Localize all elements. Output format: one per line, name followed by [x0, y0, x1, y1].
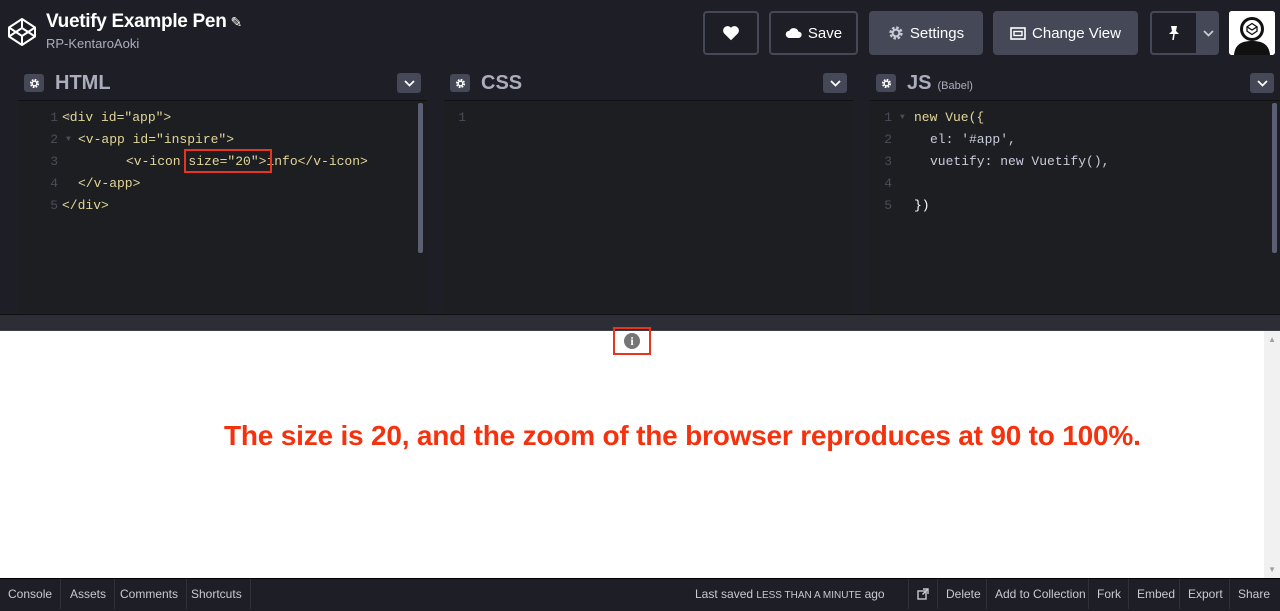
- editor-resize-left[interactable]: [0, 66, 16, 314]
- save-label: Save: [807, 24, 843, 42]
- css-editor: CSS 1: [444, 66, 853, 314]
- js-code-area[interactable]: 1 ▼ new Vue({ 2 el: '#app', 3 vuetify: new V…: [870, 100, 1280, 314]
- heart-icon: [723, 26, 739, 41]
- console-button[interactable]: Console: [0, 579, 62, 609]
- editor-resize-1[interactable]: [428, 66, 444, 314]
- css-settings-button[interactable]: [450, 74, 470, 92]
- js-collapse-button[interactable]: [1250, 73, 1274, 93]
- editor-resize-2[interactable]: [854, 66, 870, 314]
- change-view-button[interactable]: Change View: [993, 11, 1138, 55]
- chevron-down-icon: [1256, 79, 1268, 87]
- open-new-window-button[interactable]: [908, 579, 937, 609]
- last-saved-status: Last saved less than a minute ago: [695, 587, 885, 601]
- js-editor-header: JS (Babel): [870, 66, 1280, 100]
- html-editor-label: HTML: [55, 72, 111, 94]
- preview-scrollbar[interactable]: ▲ ▼: [1264, 331, 1280, 578]
- js-settings-button[interactable]: [876, 74, 896, 92]
- css-editor-header: CSS: [444, 66, 853, 100]
- layout-icon: [1010, 26, 1026, 40]
- chevron-down-icon: [829, 79, 841, 87]
- preview-pane[interactable]: ▲ ▼: [0, 331, 1280, 578]
- css-editor-label: CSS: [481, 72, 523, 94]
- html-editor: HTML 1 ▼ <div id="app"> 2 ▼ <v-app id="inspi…: [18, 66, 427, 314]
- edit-title-icon[interactable]: ✎: [231, 14, 243, 30]
- share-button[interactable]: Share: [1229, 579, 1280, 609]
- cloud-icon: [785, 28, 802, 38]
- gear-icon: [455, 78, 465, 88]
- size-attribute-highlight: [184, 149, 272, 173]
- js-editor-label: JS (Babel): [907, 72, 973, 94]
- js-editor: JS (Babel) 1 ▼ new Vue({ 2 el: '#app', 3 vuet…: [870, 66, 1280, 314]
- footer: Console Assets Comments Shortcuts Last s…: [0, 578, 1280, 609]
- editors-area: HTML 1 ▼ <div id="app"> 2 ▼ <v-app id="inspi…: [0, 66, 1280, 314]
- pin-icon: [1169, 26, 1179, 41]
- chevron-down-icon: [1203, 29, 1214, 37]
- embed-button[interactable]: Embed: [1128, 579, 1183, 609]
- html-code-area[interactable]: 1 ▼ <div id="app"> 2 ▼ <v-app id="inspire"> …: [18, 100, 427, 314]
- chevron-down-icon: [403, 79, 415, 87]
- gear-icon: [889, 26, 903, 40]
- html-scrollbar[interactable]: [418, 103, 423, 253]
- annotation-note: The size is 20, and the zoom of the brow…: [224, 420, 1141, 451]
- fork-button[interactable]: Fork: [1088, 579, 1129, 609]
- pen-title-block: Vuetify Example Pen ✎ RP-KentaroAoki: [46, 11, 242, 51]
- html-settings-button[interactable]: [24, 74, 44, 92]
- fold-icon[interactable]: ▼: [900, 107, 905, 129]
- pen-title[interactable]: Vuetify Example Pen: [46, 11, 227, 32]
- info-icon-highlight: i: [613, 327, 651, 355]
- pin-button[interactable]: [1150, 11, 1198, 55]
- fold-icon[interactable]: ▼: [66, 129, 71, 151]
- html-editor-header: HTML: [18, 66, 427, 100]
- settings-label: Settings: [909, 24, 965, 42]
- header: Vuetify Example Pen ✎ RP-KentaroAoki Save…: [0, 0, 1280, 66]
- comments-button[interactable]: Comments: [112, 579, 188, 609]
- scroll-up-icon[interactable]: ▲: [1268, 335, 1276, 344]
- pin-menu[interactable]: [1150, 11, 1219, 55]
- codepen-logo-icon[interactable]: [6, 16, 38, 48]
- avatar-icon: [1229, 11, 1275, 55]
- user-avatar[interactable]: [1229, 11, 1275, 55]
- scroll-down-icon[interactable]: ▼: [1268, 565, 1276, 574]
- pin-dropdown[interactable]: [1198, 11, 1219, 55]
- external-link-icon: [917, 588, 929, 600]
- change-view-label: Change View: [1032, 24, 1121, 42]
- js-scrollbar[interactable]: [1272, 103, 1277, 253]
- gear-icon: [29, 78, 39, 88]
- gear-icon: [881, 78, 891, 88]
- love-button[interactable]: [703, 11, 759, 55]
- info-icon: i: [624, 333, 640, 349]
- html-collapse-button[interactable]: [397, 73, 421, 93]
- settings-button[interactable]: Settings: [869, 11, 983, 55]
- shortcuts-button[interactable]: Shortcuts: [183, 579, 251, 609]
- export-button[interactable]: Export: [1179, 579, 1231, 609]
- css-collapse-button[interactable]: [823, 73, 847, 93]
- save-button[interactable]: Save: [769, 11, 858, 55]
- author-name[interactable]: RP-KentaroAoki: [46, 36, 242, 51]
- assets-button[interactable]: Assets: [62, 579, 116, 609]
- js-preprocessor-label: (Babel): [937, 80, 973, 92]
- add-to-collection-button[interactable]: Add to Collection: [986, 579, 1094, 609]
- delete-button[interactable]: Delete: [937, 579, 989, 609]
- css-code-area[interactable]: 1: [444, 100, 853, 314]
